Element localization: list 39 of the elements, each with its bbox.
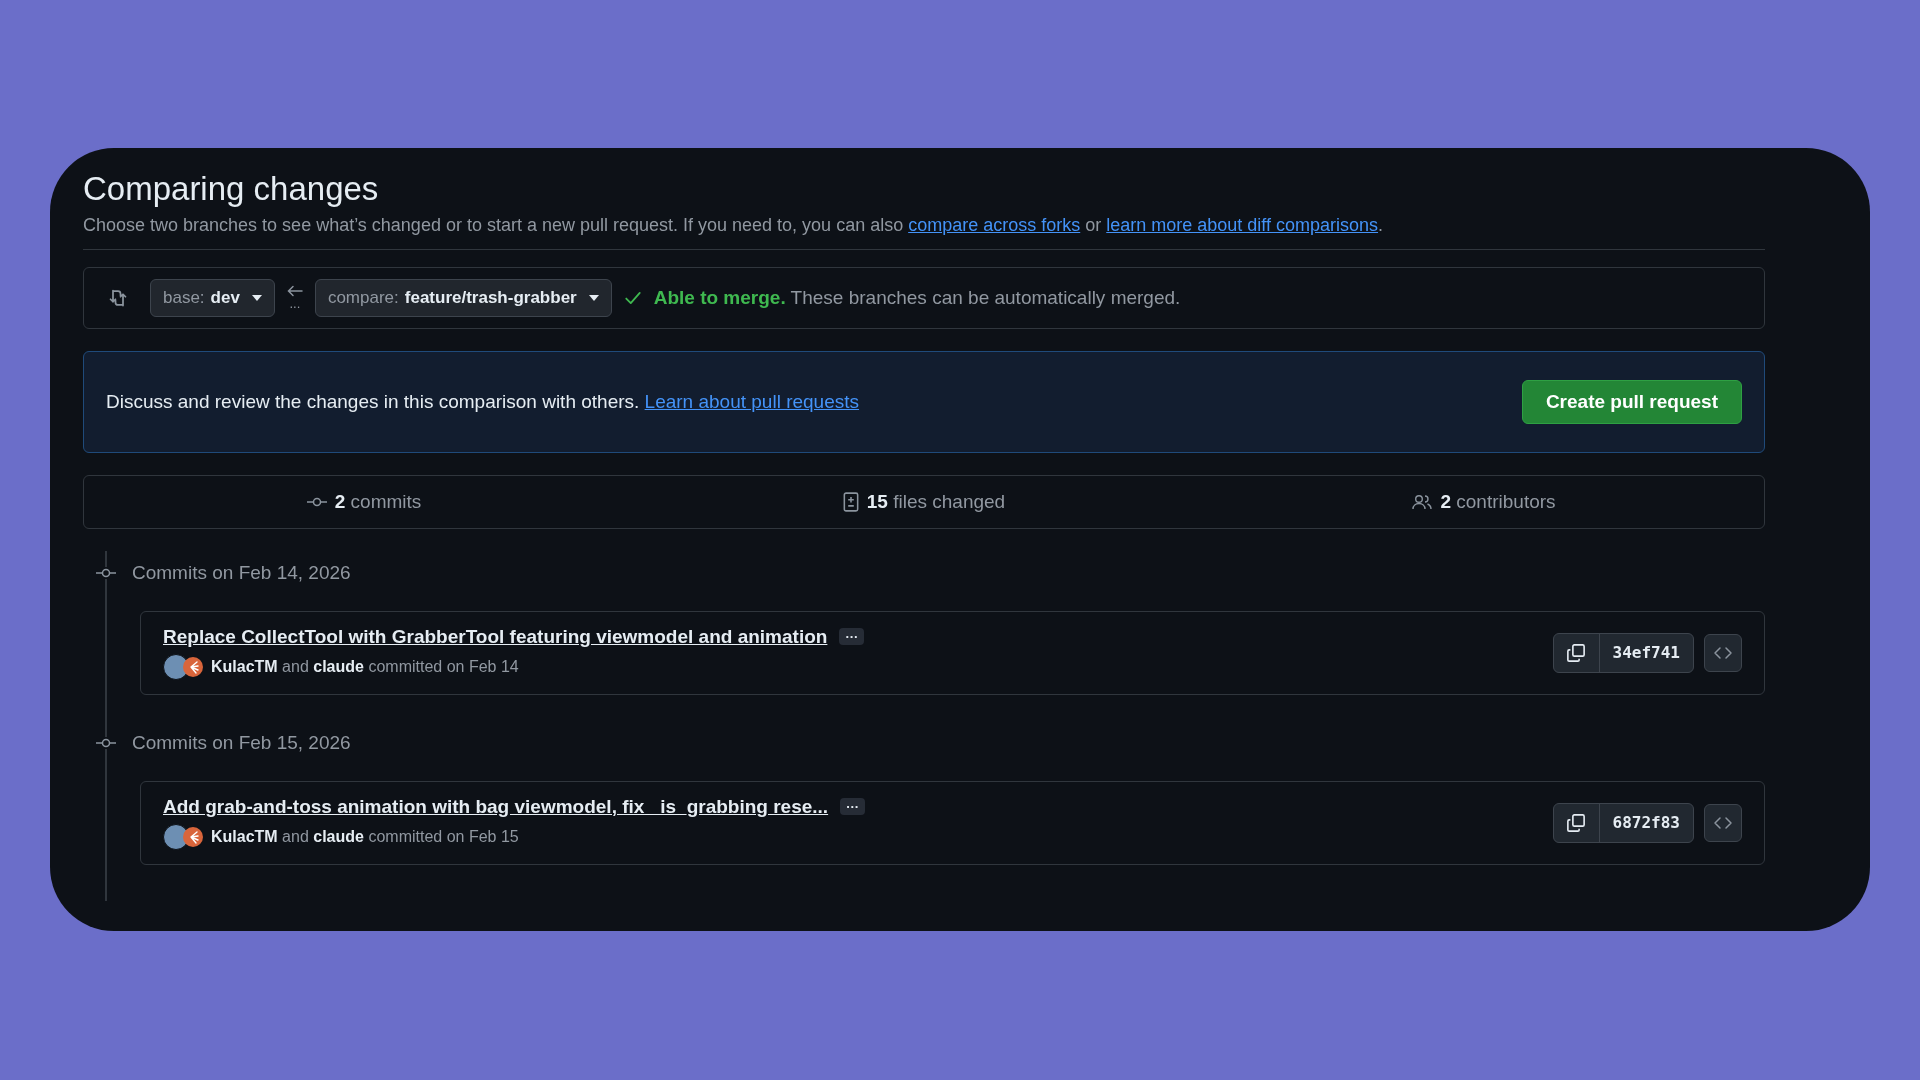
file-diff-icon (842, 491, 859, 512)
create-pull-request-button[interactable]: Create pull request (1521, 379, 1742, 424)
commit-title-link[interactable]: Replace CollectTool with GrabberTool featuring viewmodel and animation (163, 625, 828, 648)
base-branch-select[interactable]: base: dev (150, 278, 275, 317)
page-title: Comparing changes (83, 169, 380, 209)
people-icon (1412, 493, 1433, 510)
avatar (183, 656, 203, 677)
avatar (163, 823, 189, 850)
commit-icon (306, 495, 327, 508)
pull-requests-link[interactable]: Learn about pull requests (644, 390, 860, 412)
copy-icon (1566, 812, 1587, 833)
ellipsis-text: ... (289, 297, 301, 311)
banner-text: Discuss and review the changes in this comparison with others. Learn about pull requests (106, 390, 860, 413)
merge-status-text: Able to merge. These branches can be automatically merged. (653, 286, 1181, 309)
commit-meta-text: KulacTM and claude committed on Feb 15 (211, 827, 519, 846)
commit-date-heading: Commits on Feb 14, 2026 (132, 561, 351, 584)
caret-icon (251, 294, 262, 301)
left-arrow-icon (286, 285, 303, 298)
swap-arrows-icon (108, 287, 128, 308)
summary-link[interactable]: 2 contributors (1204, 490, 1764, 513)
copy-icon (1566, 642, 1587, 663)
expand-message-button[interactable]: ··· (840, 798, 866, 816)
avatar (183, 826, 203, 847)
compare-branch-select[interactable]: compare: feature/trash-grabber (314, 278, 612, 317)
caret-icon (588, 294, 599, 301)
browse-code-button[interactable] (1704, 633, 1742, 672)
commit-date-heading: Commits on Feb 15, 2026 (132, 731, 351, 754)
commit-meta-text: KulacTM and claude committed on Feb 14 (211, 657, 519, 676)
commit-title-link[interactable]: Add grab-and-toss animation with bag viewmodel, fix _is_grabbing rese... (163, 795, 829, 818)
intro-text: Choose two branches to see what’s changed or to start a new pull request. If you need to, you can also compare across forks or learn more about diff comparisons. (83, 214, 1385, 236)
summary-link[interactable]: 15 files changed (644, 490, 1204, 513)
expand-message-button[interactable]: ··· (839, 628, 865, 646)
code-icon (1713, 645, 1733, 660)
code-icon (1713, 815, 1733, 830)
summary-link[interactable]: 2 commits (84, 490, 644, 513)
browse-code-button[interactable] (1704, 803, 1742, 842)
avatar (163, 653, 189, 680)
compare-forks-link[interactable]: compare across forks (908, 214, 1081, 235)
diff-comparisons-link[interactable]: learn more about diff comparisons (1106, 214, 1379, 235)
